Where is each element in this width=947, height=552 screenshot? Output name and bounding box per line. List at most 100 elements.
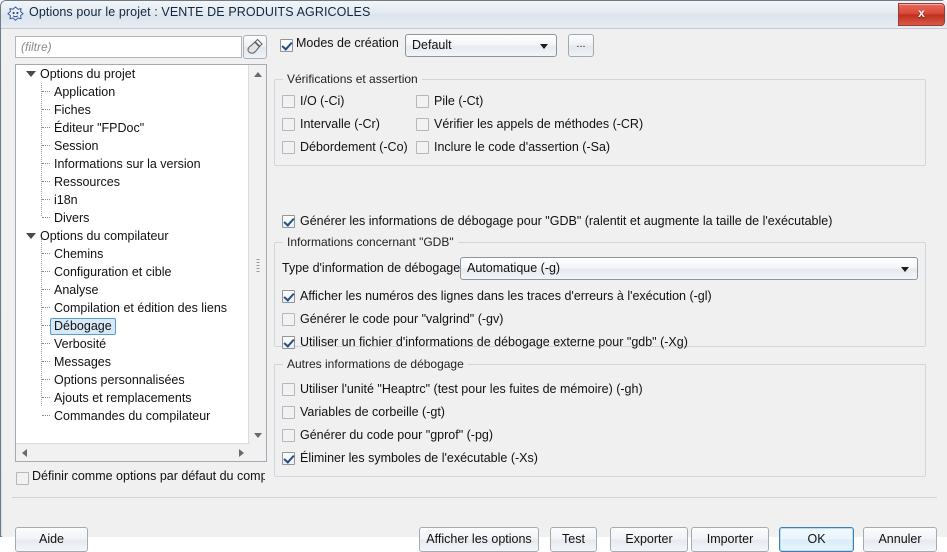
filter-input[interactable]	[15, 36, 242, 58]
arrow-right-icon	[239, 449, 244, 457]
tree-item-label: Chemins	[54, 247, 104, 261]
checkbox-box[interactable]	[282, 312, 295, 326]
tree-item-label: Options du projet	[40, 67, 136, 81]
debug-info-type-combo[interactable]: Automatique (-g)	[460, 257, 918, 280]
tree-item-label: i18n	[54, 193, 78, 207]
gdb-info-legend: Informations concernant "GDB"	[287, 235, 454, 249]
checkbox-box[interactable]	[282, 140, 295, 154]
scroll-down-button[interactable]	[249, 427, 266, 444]
tree-item-options-personnalisees[interactable]: Options personnalisées	[16, 371, 250, 389]
checkbox-box[interactable]	[282, 405, 295, 419]
collapse-triangle-icon	[26, 71, 36, 77]
checkbox-label: I/O (-Ci)	[300, 94, 345, 108]
scroll-up-button[interactable]	[249, 65, 266, 82]
tree-vertical-scrollbar[interactable]	[248, 65, 266, 444]
scroll-right-button[interactable]	[233, 444, 250, 461]
help-button[interactable]: Aide	[15, 527, 88, 552]
tree-item-i18n[interactable]: i18n	[16, 191, 250, 209]
tree-item-label: Divers	[54, 211, 90, 225]
close-button[interactable]: x	[898, 3, 945, 26]
tree-item-ajouts-remplacements[interactable]: Ajouts et remplacements	[16, 389, 250, 407]
tree-item-ressources[interactable]: Ressources	[16, 173, 250, 191]
cancel-button[interactable]: Annuler	[863, 527, 937, 552]
check-inclure-code-assertion-sa[interactable]: Inclure le code d'assertion (-Sa)	[416, 140, 610, 154]
checkbox-label: Générer les informations de débogage pou…	[300, 214, 833, 228]
lazarus-app-icon	[7, 6, 24, 21]
check-io-ci[interactable]: I/O (-Ci)	[282, 94, 344, 108]
tree-item-label: Commandes du compilateur	[54, 409, 211, 423]
debug-info-type-value: Automatique (-g)	[467, 261, 561, 275]
check-generer-code-gprof-pg[interactable]: Générer du code pour "gprof" (-pg)	[282, 428, 493, 442]
checkbox-label: Générer le code pour "valgrind" (-gv)	[300, 312, 504, 326]
import-button[interactable]: Importer	[691, 527, 769, 552]
tree-branch-icon	[42, 343, 50, 345]
check-generer-informations-debogage-gdb[interactable]: Générer les informations de débogage pou…	[282, 214, 832, 228]
filter-clear-button[interactable]	[243, 35, 267, 59]
check-debordement-co[interactable]: Débordement (-Co)	[282, 140, 408, 154]
tree-item-messages[interactable]: Messages	[16, 353, 250, 371]
checkbox-box[interactable]	[282, 117, 295, 131]
checkbox-box[interactable]	[416, 140, 429, 154]
scroll-left-button[interactable]	[16, 444, 33, 461]
tree-horizontal-scrollbar[interactable]	[16, 443, 250, 461]
export-button[interactable]: Exporter	[610, 527, 688, 552]
tree-item-debogage[interactable]: Débogage	[16, 317, 250, 335]
check-eliminer-symboles-xs[interactable]: Éliminer les symboles de l'exécutable (-…	[282, 451, 538, 465]
tree-branch-icon	[42, 415, 50, 417]
modes-creation-checkbox[interactable]	[280, 39, 293, 52]
check-generer-code-valgrind-gv[interactable]: Générer le code pour "valgrind" (-gv)	[282, 312, 503, 326]
checkbox-label: Pile (-Ct)	[434, 94, 484, 108]
checkbox-box[interactable]	[282, 451, 295, 465]
check-fichier-debogage-externe-xg[interactable]: Utiliser un fichier d'informations de dé…	[282, 335, 688, 349]
tree-item-session[interactable]: Session	[16, 137, 250, 155]
show-options-button[interactable]: Afficher les options	[419, 527, 539, 552]
check-verifier-appels-methodes-cr[interactable]: Vérifier les appels de méthodes (-CR)	[416, 117, 643, 131]
tree-item-divers[interactable]: Divers	[16, 209, 250, 227]
options-tree[interactable]: Options du projet Application Fiches Édi…	[16, 65, 250, 444]
options-tree-panel: Options du projet Application Fiches Édi…	[15, 64, 267, 462]
tree-item-label: Débogage	[50, 317, 116, 335]
chevron-down-icon	[901, 266, 909, 272]
check-afficher-numeros-lignes-gl[interactable]: Afficher les numéros des lignes dans les…	[282, 289, 712, 303]
check-intervalle-cr[interactable]: Intervalle (-Cr)	[282, 117, 380, 131]
checkbox-label: Générer du code pour "gprof" (-pg)	[300, 428, 494, 442]
checkbox-box[interactable]	[282, 289, 295, 303]
checkbox-box[interactable]	[416, 117, 429, 131]
checkbox-box[interactable]	[282, 382, 295, 396]
checkbox-box[interactable]	[282, 335, 295, 349]
collapse-triangle-icon	[26, 233, 36, 239]
tree-item-fiches[interactable]: Fiches	[16, 101, 250, 119]
default-options-checkbox[interactable]	[16, 472, 29, 485]
checkbox-box[interactable]	[282, 428, 295, 442]
tree-item-options-du-projet[interactable]: Options du projet	[16, 65, 250, 83]
tree-item-label: Informations sur la version	[54, 157, 201, 171]
tree-item-informations-version[interactable]: Informations sur la version	[16, 155, 250, 173]
checkbox-box[interactable]	[282, 94, 295, 108]
checkbox-box[interactable]	[416, 94, 429, 108]
modes-creation-more-button[interactable]: ...	[568, 34, 594, 57]
checkbox-label: Variables de corbeille (-gt)	[300, 405, 445, 419]
tree-item-options-du-compilateur[interactable]: Options du compilateur	[16, 227, 250, 245]
test-button[interactable]: Test	[550, 527, 597, 552]
tree-item-analyse[interactable]: Analyse	[16, 281, 250, 299]
tree-item-editeur-fpdoc[interactable]: Éditeur "FPDoc"	[16, 119, 250, 137]
verifications-legend: Vérifications et assertion	[287, 72, 418, 86]
tree-item-configuration-et-cible[interactable]: Configuration et cible	[16, 263, 250, 281]
check-pile-ct[interactable]: Pile (-Ct)	[416, 94, 483, 108]
options-dialog-window: Options pour le projet : VENTE DE PRODUI…	[0, 0, 947, 552]
modes-creation-combo[interactable]: Default	[405, 34, 557, 57]
default-options-row[interactable]: Définir comme options par défaut du comp	[15, 469, 265, 489]
tree-item-compilation-edition-liens[interactable]: Compilation et édition des liens	[16, 299, 250, 317]
checkbox-box[interactable]	[282, 214, 295, 228]
ok-button[interactable]: OK	[779, 527, 854, 552]
tree-vertical-scroll-thumb[interactable]	[251, 255, 264, 277]
tree-item-verbosite[interactable]: Verbosité	[16, 335, 250, 353]
tree-item-chemins[interactable]: Chemins	[16, 245, 250, 263]
checkbox-label: Intervalle (-Cr)	[300, 117, 380, 131]
check-heaptrc-gh[interactable]: Utiliser l'unité "Heaptrc" (test pour le…	[282, 382, 643, 396]
tree-item-label: Messages	[54, 355, 111, 369]
check-variables-corbeille-gt[interactable]: Variables de corbeille (-gt)	[282, 405, 445, 419]
tree-item-application[interactable]: Application	[16, 83, 250, 101]
tree-branch-icon	[42, 253, 50, 255]
tree-item-commandes-compilateur[interactable]: Commandes du compilateur	[16, 407, 250, 425]
